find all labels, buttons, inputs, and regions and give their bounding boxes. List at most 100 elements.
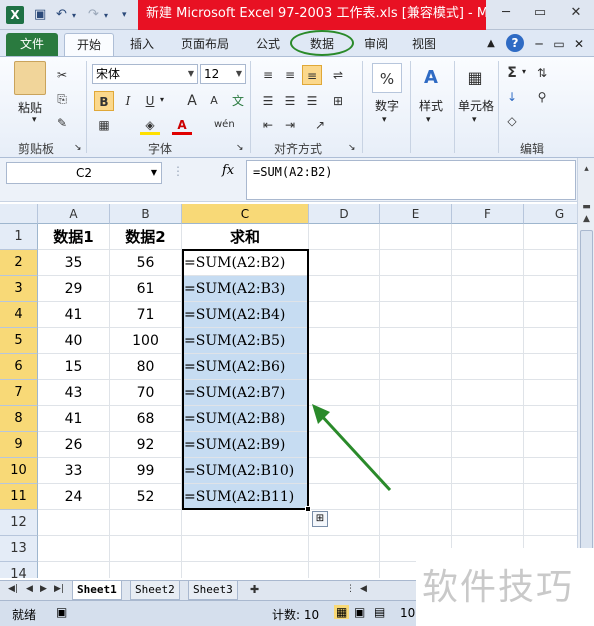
header-cell[interactable]: 数据2	[110, 224, 182, 250]
undo-icon[interactable]: ↶	[56, 7, 67, 22]
phonetic-icon[interactable]: 文	[228, 91, 248, 111]
format-painter-icon[interactable]: ✎	[52, 113, 72, 133]
copy-icon[interactable]: ⎘	[52, 89, 72, 109]
value-cell[interactable]: 33	[38, 458, 110, 484]
styles-button-label[interactable]: 样式	[412, 97, 450, 114]
row-header[interactable]: 13	[0, 536, 38, 562]
value-cell[interactable]: 68	[110, 406, 182, 432]
prev-sheet-icon[interactable]: ◀	[26, 584, 33, 594]
cell[interactable]	[452, 406, 524, 432]
close-button[interactable]: ✕	[562, 5, 590, 25]
collapse-ribbon-icon[interactable]: ▲	[484, 33, 498, 56]
underline-dropdown-icon[interactable]: ▾	[160, 95, 164, 104]
cell[interactable]	[380, 510, 452, 536]
customize-quick-access-icon[interactable]: ▾	[122, 10, 127, 20]
number-dropdown-icon[interactable]: ▾	[382, 115, 387, 125]
column-header-g[interactable]: G	[524, 204, 580, 224]
percent-icon[interactable]: %	[372, 63, 402, 93]
cell[interactable]	[524, 458, 580, 484]
macro-record-icon[interactable]: ▣	[56, 605, 67, 619]
cell[interactable]	[524, 328, 580, 354]
scroll-up-icon[interactable]: ▲	[580, 214, 593, 228]
name-box[interactable]: C2 ▼	[6, 162, 162, 184]
restore-button[interactable]: ▭	[526, 5, 554, 25]
normal-view-icon[interactable]: ▦	[334, 605, 350, 619]
row-header[interactable]: 5	[0, 328, 38, 354]
tab-home[interactable]: 开始	[64, 33, 114, 56]
alignment-launcher-icon[interactable]: ↘	[348, 143, 356, 153]
value-cell[interactable]: 70	[110, 380, 182, 406]
cell[interactable]	[380, 224, 452, 250]
cell[interactable]	[452, 458, 524, 484]
header-cell[interactable]: 求和	[182, 224, 309, 250]
cell[interactable]	[38, 536, 110, 562]
tab-review[interactable]: 审阅	[356, 33, 396, 56]
value-cell[interactable]: 41	[38, 302, 110, 328]
auto-fill-options-icon[interactable]: ⊞	[312, 511, 328, 527]
wrap-text-icon[interactable]: ⇌	[328, 65, 348, 85]
number-button-label[interactable]: 数字	[368, 97, 406, 114]
bold-button[interactable]: B	[94, 91, 114, 111]
row-header[interactable]: 2	[0, 250, 38, 276]
cell[interactable]	[524, 380, 580, 406]
ribbon-close-icon[interactable]: ✕	[572, 33, 586, 56]
value-cell[interactable]: 56	[110, 250, 182, 276]
increase-indent-icon[interactable]: ⇥	[280, 115, 300, 135]
formula-input[interactable]: =SUM(A2:B2)	[246, 160, 576, 200]
scroll-up-ribbon-icon[interactable]: ▴	[580, 164, 593, 178]
cell[interactable]	[524, 432, 580, 458]
shrink-font-button[interactable]: A	[204, 91, 224, 111]
cell[interactable]	[524, 354, 580, 380]
header-cell[interactable]: 数据1	[38, 224, 110, 250]
page-break-view-icon[interactable]: ▤	[374, 605, 385, 619]
cell[interactable]	[309, 536, 380, 562]
italic-button[interactable]: I	[118, 91, 138, 111]
cell[interactable]	[452, 276, 524, 302]
cell[interactable]	[309, 276, 380, 302]
styles-icon[interactable]: A	[416, 63, 446, 93]
column-header-c[interactable]: C	[182, 204, 309, 224]
value-cell[interactable]: 100	[110, 328, 182, 354]
font-name-combo[interactable]: 宋体 ▼	[92, 64, 198, 84]
cell[interactable]	[524, 276, 580, 302]
cell[interactable]	[110, 562, 182, 578]
sheet-tab-2[interactable]: Sheet2	[130, 581, 180, 600]
cell[interactable]	[110, 510, 182, 536]
save-icon[interactable]: ▣	[34, 7, 46, 22]
cut-icon[interactable]: ✂	[52, 65, 72, 85]
column-header-f[interactable]: F	[452, 204, 524, 224]
value-cell[interactable]: 24	[38, 484, 110, 510]
wen-icon[interactable]: wén	[214, 115, 235, 135]
redo-icon[interactable]: ↷	[88, 7, 99, 22]
cell[interactable]	[452, 484, 524, 510]
cell[interactable]	[380, 276, 452, 302]
paste-dropdown-icon[interactable]: ▾	[32, 115, 37, 125]
value-cell[interactable]: 41	[38, 406, 110, 432]
orientation-icon[interactable]: ↗	[310, 115, 330, 135]
minimize-button[interactable]: ─	[492, 5, 520, 25]
cell[interactable]	[182, 562, 309, 578]
value-cell[interactable]: 35	[38, 250, 110, 276]
select-all-corner[interactable]	[0, 204, 38, 224]
value-cell[interactable]: 52	[110, 484, 182, 510]
cell[interactable]	[452, 302, 524, 328]
cell[interactable]	[452, 380, 524, 406]
cell[interactable]	[38, 562, 110, 578]
cell[interactable]	[309, 328, 380, 354]
borders-icon[interactable]: ▦	[94, 115, 114, 135]
sheet-tab-1[interactable]: Sheet1	[72, 581, 122, 600]
align-center-icon[interactable]: ☰	[280, 91, 300, 111]
autosum-button[interactable]: Σ	[502, 63, 522, 83]
row-header[interactable]: 7	[0, 380, 38, 406]
tab-split-handle-icon[interactable]: ⋮	[346, 584, 355, 594]
zoom-level[interactable]: 10	[400, 606, 415, 620]
cell[interactable]	[452, 224, 524, 250]
clipboard-launcher-icon[interactable]: ↘	[74, 143, 82, 153]
row-header[interactable]: 3	[0, 276, 38, 302]
clear-icon[interactable]: ◇	[502, 111, 522, 131]
value-cell[interactable]: 80	[110, 354, 182, 380]
formula-cell[interactable]: =SUM(A2:B2)	[182, 250, 309, 276]
vertical-scroll-thumb[interactable]	[580, 230, 593, 560]
formula-cell[interactable]: =SUM(A2:B8)	[182, 406, 309, 432]
cell[interactable]	[452, 432, 524, 458]
